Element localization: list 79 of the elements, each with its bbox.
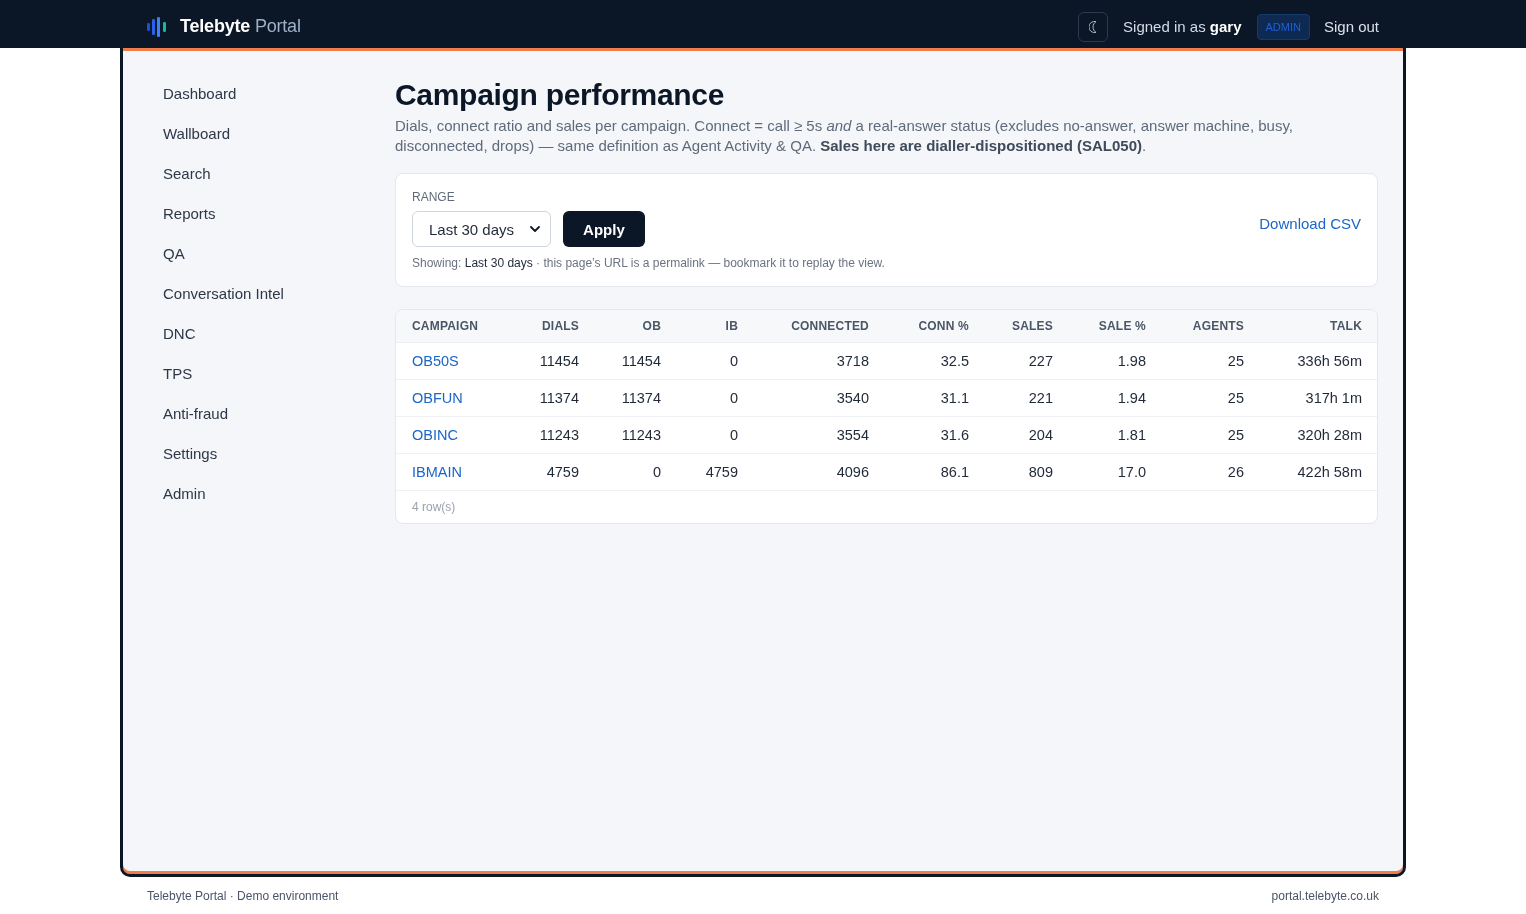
table-cell: 1.94 <box>1117 390 1146 406</box>
column-header: SALE % <box>1069 310 1162 343</box>
table-cell: 336h 56m <box>1297 353 1362 369</box>
nav-link[interactable]: TPS <box>163 354 193 394</box>
nav-link[interactable]: Dashboard <box>163 74 237 114</box>
campaign-link[interactable]: OBFUN <box>412 390 463 406</box>
footer-domain: portal.telebyte.co.uk <box>1271 888 1379 903</box>
table-cell: 11454 <box>621 353 661 369</box>
table-cell: 3540 <box>836 390 869 406</box>
table-cell: 25 <box>1227 390 1244 406</box>
showing-note: Showing: Last 30 days · this page’s URL is a permalink — bookmark it to replay the view. <box>412 255 885 271</box>
moon-icon <box>1089 20 1098 33</box>
table-cell: 4759 <box>705 464 738 480</box>
table-cell: 0 <box>729 390 738 406</box>
table-cell: 4759 <box>546 464 579 480</box>
campaign-link[interactable]: OBINC <box>412 427 458 443</box>
table-cell: 11374 <box>539 390 579 406</box>
nav-link[interactable]: QA <box>163 234 185 274</box>
apply-button[interactable]: Apply <box>563 211 645 247</box>
column-header: IB <box>677 310 754 343</box>
footer-text: Telebyte Portal · Demo environment <box>147 888 339 903</box>
table-cell: 25 <box>1227 427 1244 443</box>
role-badge: ADMIN <box>1256 13 1310 40</box>
table-cell: 320h 28m <box>1297 427 1362 443</box>
range-select[interactable]: Last 30 days <box>412 211 552 247</box>
table-cell: 11454 <box>539 353 579 369</box>
table-cell: 3554 <box>836 427 869 443</box>
row-count: 4 row(s) <box>412 500 456 514</box>
table-cell: 221 <box>1028 390 1053 406</box>
sound-bars-icon <box>147 16 169 37</box>
table-cell: 26 <box>1227 464 1244 480</box>
nav-link[interactable]: Conversation Intel <box>163 274 284 314</box>
table-cell: 227 <box>1028 353 1053 369</box>
column-header: AGENTS <box>1162 310 1260 343</box>
column-header: CONN % <box>885 310 985 343</box>
table-cell: 11243 <box>539 427 579 443</box>
nav-link[interactable]: Reports <box>163 194 216 234</box>
table-cell: 4096 <box>836 464 869 480</box>
signed-in-text: Signed in as gary <box>1123 18 1242 35</box>
column-header: CAMPAIGN <box>396 310 510 343</box>
table-cell: 0 <box>729 353 738 369</box>
table-cell: 0 <box>729 427 738 443</box>
nav-link[interactable]: Wallboard <box>163 114 230 154</box>
column-header: TALK <box>1260 310 1377 343</box>
download-csv-link[interactable]: Download CSV <box>1259 214 1361 234</box>
campaign-link[interactable]: OB50S <box>412 353 459 369</box>
theme-toggle-button[interactable] <box>1078 11 1109 42</box>
table-cell: 31.1 <box>940 390 969 406</box>
table-cell: 3718 <box>836 353 869 369</box>
chevron-down-icon <box>530 226 541 232</box>
range-label: RANGE <box>412 189 455 205</box>
table-cell: 31.6 <box>940 427 969 443</box>
table-cell: 317h 1m <box>1305 390 1362 406</box>
nav-link[interactable]: Anti-fraud <box>163 394 229 434</box>
column-header: SALES <box>985 310 1069 343</box>
sign-out-link[interactable]: Sign out <box>1323 18 1379 35</box>
campaign-link[interactable]: IBMAIN <box>412 464 462 480</box>
table-cell: 422h 58m <box>1297 464 1362 480</box>
nav-link[interactable]: Settings <box>163 434 218 474</box>
nav-link[interactable]: Search <box>163 154 211 194</box>
table-cell: 0 <box>652 464 661 480</box>
table-cell: 86.1 <box>940 464 969 480</box>
table-cell: 1.98 <box>1117 353 1146 369</box>
table-cell: 809 <box>1028 464 1053 480</box>
column-header: CONNECTED <box>754 310 885 343</box>
table-cell: 11374 <box>621 390 661 406</box>
table-cell: 32.5 <box>940 353 969 369</box>
table-cell: 204 <box>1028 427 1053 443</box>
column-header: DIALS <box>510 310 595 343</box>
column-header: OB <box>595 310 677 343</box>
brand-name: Telebyte Portal <box>180 16 301 37</box>
table-cell: 11243 <box>621 427 661 443</box>
page-title: Campaign performance <box>395 77 726 113</box>
table-cell: 1.81 <box>1117 427 1146 443</box>
nav-link[interactable]: DNC <box>163 314 196 354</box>
table-cell: 17.0 <box>1117 464 1146 480</box>
table-cell: 25 <box>1227 353 1244 369</box>
page-description: Dials, connect ratio and sales per campaign. Connect = call ≥ 5s and a real-answer status (excludes no-answer, answer machine, busy, disconnected, drops) — same definition as Agent Activity & QA. Sales here are dialler-dispositioned (SAL050). <box>395 116 1294 156</box>
nav-link[interactable]: Admin <box>163 474 206 514</box>
